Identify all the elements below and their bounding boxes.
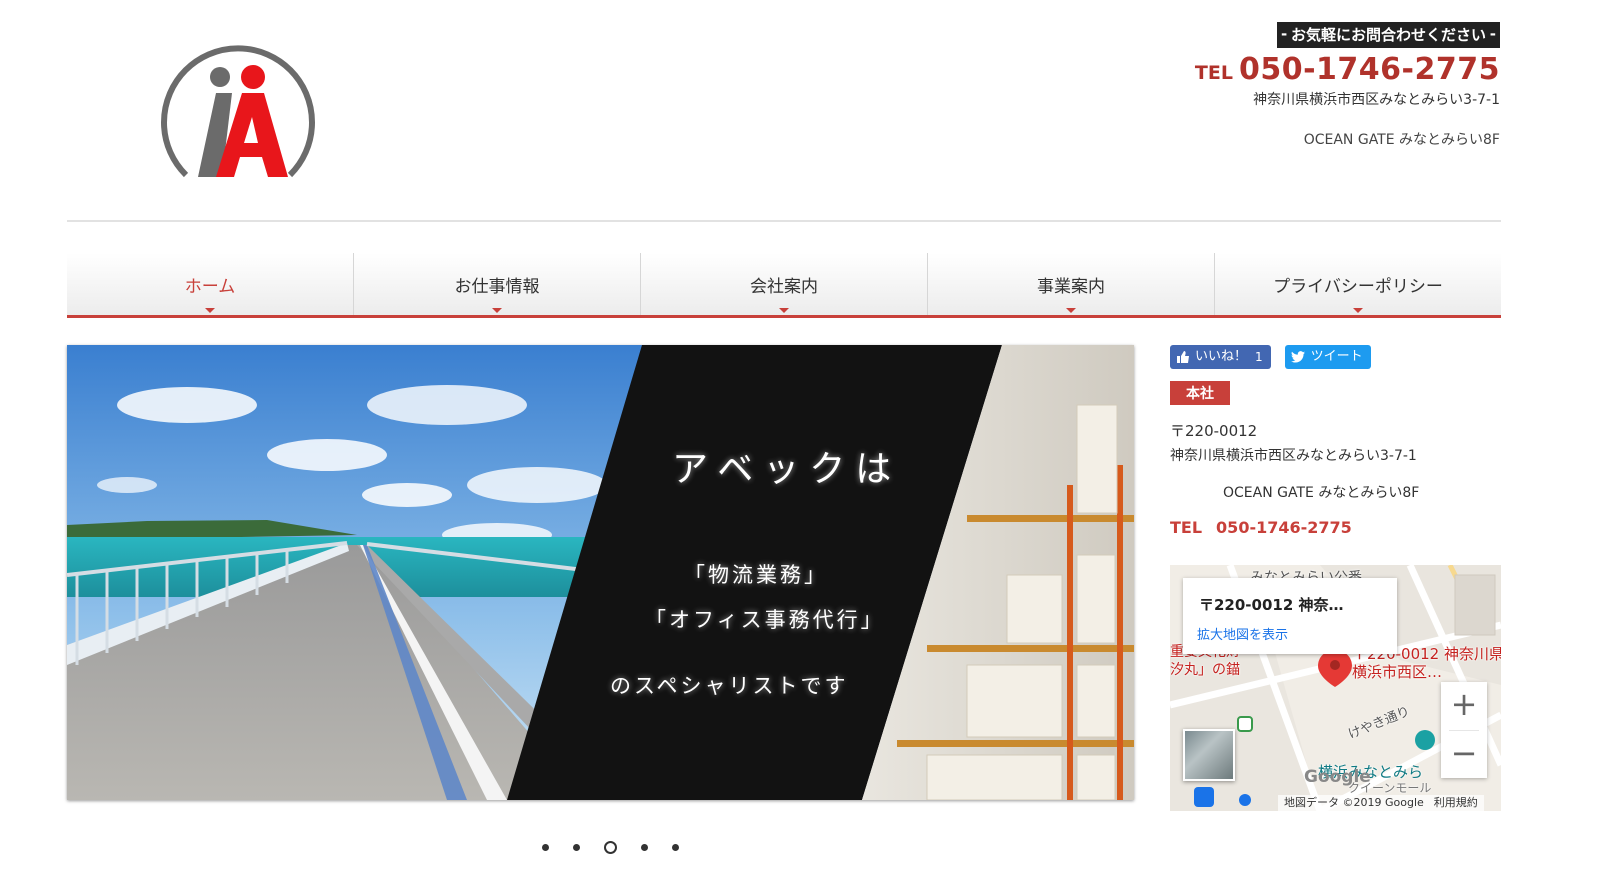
header-address-line2: OCEAN GATE みなとみらい8F	[1303, 132, 1500, 148]
hero-line3: のスペシャリストです	[610, 674, 849, 698]
tweet-button[interactable]: ツイート	[1284, 345, 1371, 369]
nav-item-label: ホーム	[184, 276, 236, 297]
nav-item-label: 会社案内	[750, 276, 818, 297]
thumbs-up-icon	[1177, 351, 1189, 363]
sidebar-tel[interactable]: TEL 050-1746-2775	[1170, 518, 1352, 537]
nav-item-privacy[interactable]: プライバシーポリシー	[1215, 253, 1501, 315]
slider-pagination	[530, 840, 691, 854]
hero-line1: 「物流業務」	[684, 563, 828, 587]
logo-mark-icon	[161, 45, 315, 178]
map-terms-link[interactable]: 利用規約	[1434, 796, 1478, 809]
sidebar-tel-number[interactable]: 050-1746-2775	[1216, 518, 1352, 537]
twitter-bird-icon	[1290, 351, 1305, 363]
hero-title: アベックは	[672, 449, 902, 490]
slider-dot[interactable]	[542, 844, 549, 851]
facebook-like-button[interactable]: いいね！ 1	[1170, 345, 1271, 369]
nav-item-home[interactable]: ホーム	[67, 253, 354, 315]
map-footer: 地図データ ©2019 Google 利用規約	[1278, 795, 1484, 811]
sidebar-postal-code: 〒220-0012	[1170, 422, 1258, 440]
nav-item-label: 事業案内	[1037, 276, 1105, 297]
contact-banner-text: お気軽にお問合わせください	[1290, 26, 1486, 44]
map-card-title: 〒220-0012 神奈…	[1199, 596, 1344, 614]
slider-dot[interactable]	[672, 844, 679, 851]
sidebar-tel-label: TEL	[1170, 518, 1203, 537]
slider-dot[interactable]	[641, 844, 648, 851]
like-count: 1	[1255, 350, 1263, 364]
satellite-toggle[interactable]	[1183, 729, 1235, 781]
nav-item-business[interactable]: 事業案内	[928, 253, 1215, 315]
nav-item-jobs[interactable]: お仕事情報	[354, 253, 641, 315]
sidebar-address-line2: OCEAN GATE みなとみらい8F	[1223, 485, 1420, 501]
map-data-credit: 地図データ ©2019 Google	[1284, 796, 1424, 809]
like-label: いいね！	[1195, 349, 1248, 364]
caret-down-icon	[1353, 308, 1363, 313]
tel-number[interactable]: 050-1746-2775	[1239, 52, 1500, 87]
caret-down-icon	[492, 308, 502, 313]
social-buttons: いいね！ 1 ツイート	[1170, 345, 1371, 369]
caret-down-icon	[205, 308, 215, 313]
hero-image	[67, 345, 1134, 800]
slider-dot[interactable]	[573, 844, 580, 851]
hero-line2: 「オフィス事務代行」	[645, 608, 885, 632]
map-enlarge-link[interactable]: 拡大地図を表示	[1197, 624, 1288, 643]
tel-prefix: TEL	[1194, 62, 1233, 84]
tweet-label: ツイート	[1310, 349, 1363, 364]
header-address-line1: 神奈川県横浜市西区みなとみらい3-7-1	[1253, 92, 1500, 108]
header-contact: - お気軽にお問合わせください - TEL 050-1746-2775 神奈川県横…	[1195, 22, 1500, 149]
head-office-badge: 本社	[1170, 381, 1230, 405]
caret-down-icon	[779, 308, 789, 313]
map-zoom-controls: + −	[1441, 682, 1487, 778]
main-nav: ホーム お仕事情報 会社案内 事業案内 プライバシーポリシー	[67, 253, 1501, 318]
sidebar-address-line1: 神奈川県横浜市西区みなとみらい3-7-1	[1170, 448, 1417, 464]
header-tel[interactable]: TEL 050-1746-2775	[1195, 52, 1500, 87]
google-map[interactable]: みなとみらい公番 重要文化財 汐丸」の錨 〒220-0012 神奈川県 横浜市西…	[1170, 565, 1501, 811]
zoom-in-button[interactable]: +	[1441, 682, 1487, 730]
google-logo: Google	[1304, 767, 1371, 787]
map-pin-label-2: 横浜市西区…	[1352, 663, 1443, 681]
company-logo[interactable]	[158, 45, 318, 185]
contact-banner: - お気軽にお問合わせください -	[1276, 22, 1500, 48]
slider-dot-current[interactable]	[604, 841, 617, 854]
nav-item-label: プライバシーポリシー	[1273, 276, 1443, 297]
caret-down-icon	[1066, 308, 1076, 313]
nav-item-label: お仕事情報	[454, 276, 540, 297]
zoom-out-button[interactable]: −	[1441, 731, 1487, 779]
map-info-card: 〒220-0012 神奈… 拡大地図を表示	[1183, 578, 1397, 654]
map-label-left2: 汐丸」の錨	[1170, 662, 1240, 678]
header-divider	[67, 220, 1501, 222]
hero-slider[interactable]: アベックは 「物流業務」 「オフィス事務代行」 のスペシャリストです	[67, 345, 1134, 800]
nav-item-company[interactable]: 会社案内	[641, 253, 928, 315]
